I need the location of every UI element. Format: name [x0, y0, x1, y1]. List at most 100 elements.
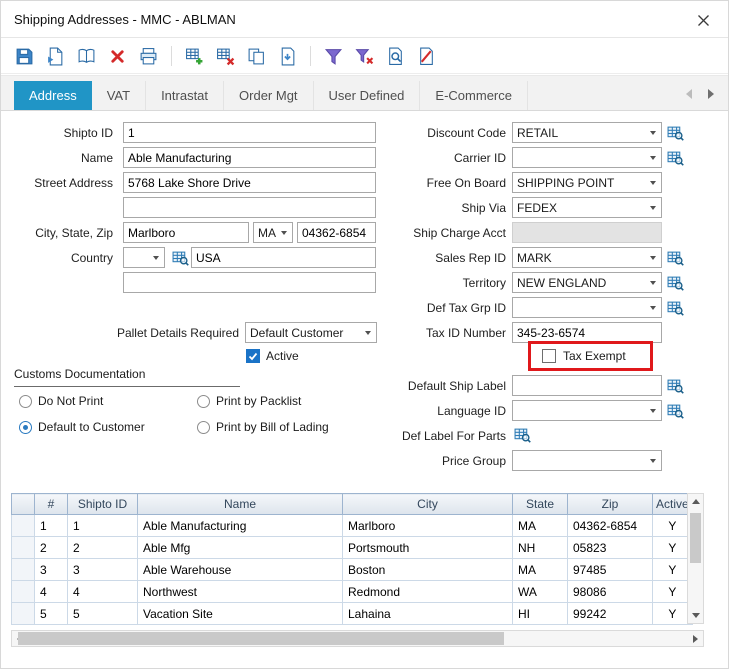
- cell-state: HI: [512, 602, 568, 625]
- language-id-browse-button[interactable]: [665, 402, 685, 420]
- address-extra-input[interactable]: [123, 272, 376, 293]
- table-remove-button[interactable]: [215, 46, 236, 67]
- ship-via-dropdown[interactable]: FEDEX: [512, 197, 662, 218]
- def-label-for-parts-browse-button[interactable]: [512, 426, 532, 444]
- price-group-dropdown[interactable]: [512, 450, 662, 471]
- radio-print-by-bill-of-lading[interactable]: Print by Bill of Lading: [197, 420, 329, 434]
- tab-scroll-right-icon[interactable]: [708, 89, 714, 99]
- active-checkbox[interactable]: [246, 349, 260, 363]
- dropdown-arrow-icon[interactable]: [645, 451, 661, 470]
- tab-e-commerce[interactable]: E-Commerce: [420, 81, 528, 110]
- paste-button[interactable]: [277, 46, 298, 67]
- free-on-board-dropdown[interactable]: SHIPPING POINT: [512, 172, 662, 193]
- print-button[interactable]: [138, 46, 159, 67]
- find-button[interactable]: [385, 46, 406, 67]
- vertical-scroll-thumb[interactable]: [690, 513, 701, 563]
- shipto-id-input[interactable]: [123, 122, 376, 143]
- dropdown-arrow-icon[interactable]: [645, 198, 661, 217]
- discount-code-dropdown[interactable]: RETAIL: [512, 122, 662, 143]
- grid-header-name[interactable]: Name: [137, 493, 343, 515]
- tab-intrastat[interactable]: Intrastat: [146, 81, 225, 110]
- def-tax-grp-id-dropdown[interactable]: [512, 297, 662, 318]
- grid-header-city[interactable]: City: [342, 493, 513, 515]
- horizontal-scroll-thumb[interactable]: [18, 632, 504, 645]
- state-dropdown[interactable]: MA: [253, 222, 293, 243]
- discount-code-browse-button[interactable]: [665, 124, 685, 142]
- territory-browse-button[interactable]: [665, 274, 685, 292]
- close-button[interactable]: [693, 10, 713, 30]
- radio-print-by-packlist[interactable]: Print by Packlist: [197, 394, 301, 408]
- territory-dropdown[interactable]: NEW ENGLAND: [512, 272, 662, 293]
- grid-header-state[interactable]: State: [512, 493, 568, 515]
- row-selector[interactable]: [11, 536, 35, 559]
- radio-default-to-customer[interactable]: Default to Customer: [19, 420, 145, 434]
- save-button[interactable]: [14, 46, 35, 67]
- radio-icon[interactable]: [19, 420, 32, 434]
- grid-corner[interactable]: [11, 493, 35, 515]
- zip-input[interactable]: [297, 222, 376, 243]
- carrier-id-browse-button[interactable]: [665, 149, 685, 167]
- name-input[interactable]: [123, 147, 376, 168]
- radio-icon[interactable]: [197, 394, 210, 408]
- default-ship-label-input[interactable]: [512, 375, 662, 396]
- table-row[interactable]: 2 2 Able Mfg Portsmouth NH 05823 Y: [11, 536, 693, 559]
- row-selector[interactable]: [11, 558, 35, 581]
- def-tax-grp-id-browse-button[interactable]: [665, 299, 685, 317]
- grid-vertical-scrollbar[interactable]: [687, 493, 704, 624]
- tab-order-mgt[interactable]: Order Mgt: [224, 81, 314, 110]
- table-add-button[interactable]: [184, 46, 205, 67]
- table-row[interactable]: 4 4 Northwest Redmond WA 98086 Y: [11, 580, 693, 603]
- table-row[interactable]: 3 3 Able Warehouse Boston MA 97485 Y: [11, 558, 693, 581]
- tax-id-number-input[interactable]: [512, 322, 662, 343]
- dropdown-arrow-icon[interactable]: [645, 273, 661, 292]
- scroll-up-button[interactable]: [688, 494, 703, 509]
- tab-address[interactable]: Address: [14, 81, 92, 110]
- table-row[interactable]: 1 1 Able Manufacturing Marlboro MA 04362…: [11, 514, 693, 537]
- city-input[interactable]: [123, 222, 249, 243]
- copy-button[interactable]: [246, 46, 267, 67]
- dropdown-arrow-icon[interactable]: [645, 123, 661, 142]
- sales-rep-id-browse-button[interactable]: [665, 249, 685, 267]
- radio-icon[interactable]: [197, 420, 210, 434]
- country-name-input[interactable]: [191, 247, 376, 268]
- cell-num: 4: [34, 580, 68, 603]
- tab-scroll-left-icon[interactable]: [686, 89, 692, 99]
- dropdown-arrow-icon[interactable]: [645, 148, 661, 167]
- radio-do-not-print[interactable]: Do Not Print: [19, 394, 103, 408]
- dropdown-arrow-icon[interactable]: [645, 401, 661, 420]
- delete-button[interactable]: [107, 46, 128, 67]
- clear-filter-button[interactable]: [354, 46, 375, 67]
- dropdown-arrow-icon[interactable]: [148, 248, 164, 267]
- row-selector[interactable]: [11, 580, 35, 603]
- pallet-details-dropdown[interactable]: Default Customer: [245, 322, 377, 343]
- grid-header-num[interactable]: #: [34, 493, 68, 515]
- new-record-button[interactable]: [45, 46, 66, 67]
- radio-label: Default to Customer: [38, 420, 145, 434]
- scroll-down-button[interactable]: [688, 608, 703, 623]
- street-address-line1-input[interactable]: [123, 172, 376, 193]
- language-id-dropdown[interactable]: [512, 400, 662, 421]
- grid-header-zip[interactable]: Zip: [567, 493, 653, 515]
- dropdown-arrow-icon[interactable]: [645, 248, 661, 267]
- filter-button[interactable]: [323, 46, 344, 67]
- dropdown-arrow-icon[interactable]: [645, 173, 661, 192]
- sales-rep-id-dropdown[interactable]: MARK: [512, 247, 662, 268]
- cancel-find-button[interactable]: [416, 46, 437, 67]
- row-selector[interactable]: [11, 514, 35, 537]
- radio-icon[interactable]: [19, 394, 32, 408]
- tab-user-defined[interactable]: User Defined: [314, 81, 421, 110]
- row-selector[interactable]: [11, 602, 35, 625]
- country-code-dropdown[interactable]: [123, 247, 165, 268]
- dropdown-arrow-icon[interactable]: [645, 298, 661, 317]
- street-address-line2-input[interactable]: [123, 197, 376, 218]
- browse-button[interactable]: [76, 46, 97, 67]
- tax-exempt-checkbox[interactable]: [542, 349, 556, 363]
- tab-vat[interactable]: VAT: [92, 81, 147, 110]
- dropdown-arrow-icon[interactable]: [276, 223, 292, 242]
- country-browse-button[interactable]: [170, 249, 190, 267]
- table-row[interactable]: 5 5 Vacation Site Lahaina HI 99242 Y: [11, 602, 693, 625]
- grid-header-shipto-id[interactable]: Shipto ID: [67, 493, 138, 515]
- default-ship-label-browse-button[interactable]: [665, 377, 685, 395]
- scroll-right-button[interactable]: [688, 631, 703, 646]
- carrier-id-dropdown[interactable]: [512, 147, 662, 168]
